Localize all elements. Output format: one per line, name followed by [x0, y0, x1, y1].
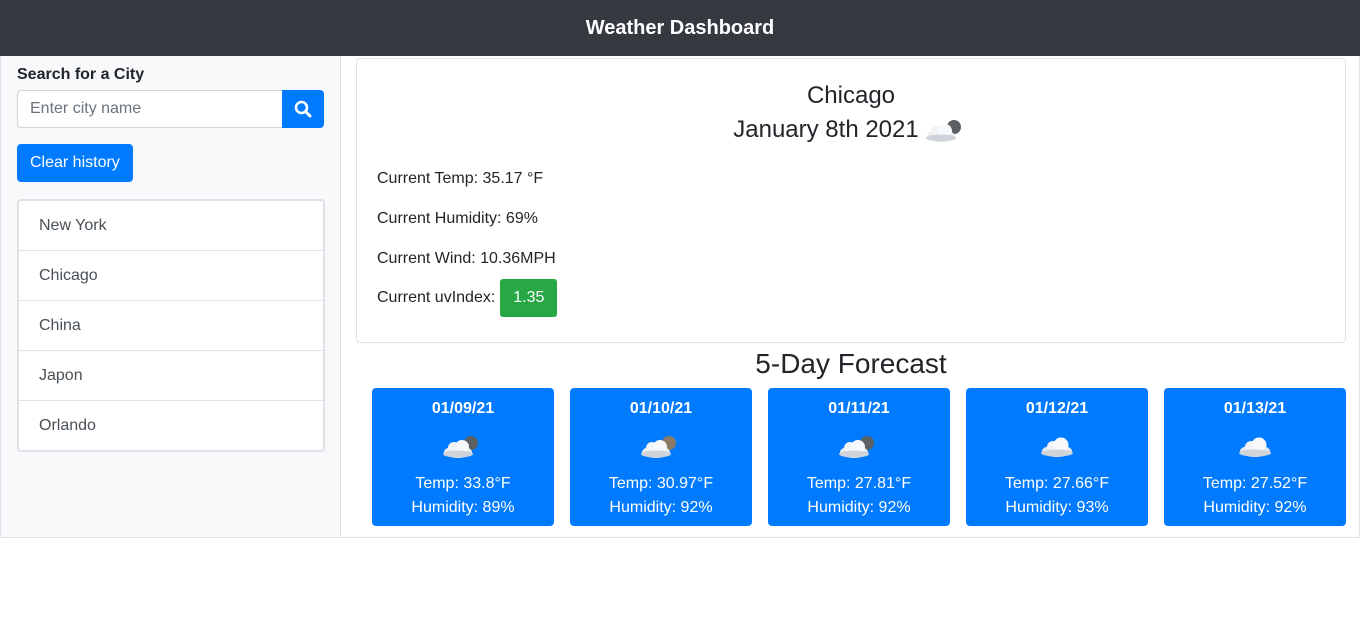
uv-index-badge: 1.35 — [500, 279, 558, 317]
forecast-date: 01/13/21 — [1223, 400, 1287, 417]
forecast-humidity: Humidity: 92% — [609, 499, 713, 516]
cloud-moon-icon — [641, 436, 676, 458]
forecast-date: 01/10/21 — [629, 400, 693, 417]
forecast-card: 01/12/21 Temp: 27.66°F Humidity: 93% — [966, 388, 1148, 526]
uv-label: Current uvIndex: — [377, 289, 496, 306]
forecast-humidity: Humidity: 93% — [1005, 499, 1109, 516]
forecast-date: 01/12/21 — [1025, 400, 1089, 417]
current-temp: Current Temp: 35.17 °F — [377, 170, 544, 187]
forecast-humidity: Humidity: 89% — [411, 499, 515, 516]
forecast-card: 01/13/21 Temp: 27.52°F Humidity: 92% — [1164, 388, 1346, 526]
history-item[interactable]: Japon — [19, 351, 323, 401]
forecast-humidity: Humidity: 92% — [1203, 499, 1307, 516]
current-city: Chicago — [806, 82, 896, 109]
history-item[interactable]: Orlando — [19, 401, 323, 450]
search-history-list: New York Chicago China Japon Orlando — [17, 199, 325, 452]
forecast-card: 01/10/21 Temp: 30.97°F Humidity: 92% — [570, 388, 752, 526]
forecast-temp: Temp: 27.81°F — [806, 475, 912, 492]
city-search-input[interactable] — [17, 90, 282, 128]
cloud-moon-icon — [925, 120, 961, 142]
history-item[interactable]: Chicago — [19, 251, 323, 301]
search-button[interactable] — [282, 90, 324, 128]
forecast-row: 01/09/21 Temp: 33.8°F Humidity: 89% 01/1… — [356, 388, 1346, 526]
forecast-card: 01/11/21 Temp: 27.81°F Humidity: 92% — [768, 388, 950, 526]
search-icon — [294, 100, 312, 118]
current-weather-card: Chicago January 8th 2021 Current Temp: 3… — [356, 58, 1346, 343]
forecast-date: 01/09/21 — [431, 400, 495, 417]
top-navbar: Weather Dashboard — [0, 0, 1360, 56]
forecast-title: 5-Day Forecast — [755, 348, 947, 379]
history-item[interactable]: New York — [19, 201, 323, 251]
forecast-card: 01/09/21 Temp: 33.8°F Humidity: 89% — [372, 388, 554, 526]
forecast-date: 01/11/21 — [828, 400, 890, 417]
page-title: Weather Dashboard — [585, 16, 775, 39]
main-panel: Chicago January 8th 2021 Current Temp: 3… — [341, 56, 1360, 537]
forecast-humidity: Humidity: 92% — [807, 499, 911, 516]
forecast-temp: Temp: 33.8°F — [415, 475, 511, 492]
cloud-icon — [1041, 437, 1073, 457]
clear-history-button[interactable]: Clear history — [17, 144, 133, 182]
current-humidity: Current Humidity: 69% — [377, 210, 538, 227]
current-date-row: January 8th 2021 — [377, 113, 1325, 147]
cloud-icon — [1239, 437, 1271, 457]
current-date: January 8th 2021 — [733, 116, 919, 143]
current-uv-row: Current uvIndex: 1.35 — [377, 279, 1325, 317]
cloud-moon-icon — [443, 436, 478, 458]
dashboard-container: Search for a City Clear history New York… — [0, 56, 1360, 538]
search-group — [17, 90, 324, 128]
cloud-moon-icon — [839, 436, 874, 458]
current-wind: Current Wind: 10.36MPH — [377, 250, 556, 267]
forecast-temp: Temp: 27.66°F — [1004, 475, 1110, 492]
forecast-temp: Temp: 30.97°F — [608, 475, 714, 492]
search-label: Search for a City — [17, 66, 145, 83]
sidebar: Search for a City Clear history New York… — [1, 56, 341, 537]
forecast-temp: Temp: 27.52°F — [1202, 475, 1308, 492]
history-item[interactable]: China — [19, 301, 323, 351]
